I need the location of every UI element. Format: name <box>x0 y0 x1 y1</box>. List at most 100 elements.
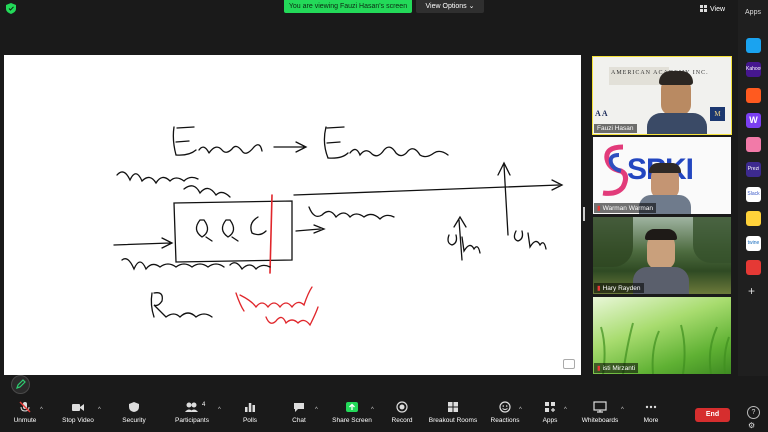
pen-icon <box>16 379 26 389</box>
view-label: View <box>710 6 726 13</box>
participant-hair <box>659 71 693 85</box>
stop-video-button[interactable]: Stop Video <box>58 399 98 424</box>
tile-name-text: isti Mirzanti <box>602 365 636 372</box>
participant-name-tag: ▮ isti Mirzanti <box>594 363 639 373</box>
breakout-rooms-label: Breakout Rooms <box>428 417 478 424</box>
add-app-icon[interactable]: + <box>748 284 755 298</box>
end-meeting-button[interactable]: End <box>695 408 730 422</box>
participant-hair <box>649 163 681 173</box>
app-icon-w[interactable]: W <box>746 113 761 128</box>
mic-muted-icon <box>19 401 31 413</box>
chat-label: Chat <box>292 417 306 424</box>
whiteboard-icon <box>593 401 607 413</box>
bar-chart-icon <box>245 403 255 412</box>
view-button[interactable]: View <box>700 4 736 15</box>
participant-hair <box>645 229 677 240</box>
apps-label: Apps <box>542 417 558 424</box>
chevron-up-icon[interactable]: ^ <box>315 407 318 413</box>
participant-name-tag: ▮ Hary Rayden <box>594 283 644 293</box>
participant-name-tag: Fauzi Hasan <box>594 124 637 133</box>
record-icon <box>396 401 408 413</box>
participants-button[interactable]: Participants <box>172 399 212 424</box>
mic-muted-icon: ▮ <box>597 205 601 212</box>
top-bar: You are viewing Fauzi Hasan's screen Vie… <box>0 0 738 16</box>
view-options-button[interactable]: View Options ⌄ <box>416 0 484 13</box>
reactions-button[interactable]: Reactions <box>488 399 522 424</box>
polls-button[interactable]: Polls <box>238 399 262 424</box>
mic-muted-icon: ▮ <box>597 285 601 292</box>
tile-name-text: Warman Warman <box>602 205 654 212</box>
apps-grid-icon <box>545 402 555 412</box>
more-button[interactable]: More <box>639 399 663 424</box>
shared-whiteboard[interactable] <box>4 55 581 375</box>
app-icon-blue[interactable] <box>746 38 761 53</box>
participant-shirt <box>647 113 707 134</box>
video-camera-icon <box>72 404 84 411</box>
whiteboards-label: Whiteboards <box>581 417 619 424</box>
app-icon-twine[interactable]: twine <box>746 236 761 251</box>
viewing-screen-banner: You are viewing Fauzi Hasan's screen <box>284 0 412 13</box>
polls-label: Polls <box>242 417 258 424</box>
chevron-up-icon[interactable]: ^ <box>564 407 567 413</box>
video-tile-isti-mirzanti[interactable]: ▮ isti Mirzanti <box>593 297 731 374</box>
chevron-up-icon[interactable]: ^ <box>371 407 374 413</box>
apps-button[interactable]: Apps <box>538 399 562 424</box>
chevron-up-icon[interactable]: ^ <box>218 407 221 413</box>
participants-label: Participants <box>175 417 209 424</box>
chevron-up-icon[interactable]: ^ <box>40 407 43 413</box>
tree-graphic <box>693 217 731 263</box>
video-tile-hary-rayden[interactable]: ▮ Hary Rayden <box>593 217 731 294</box>
panel-resize-handle[interactable] <box>583 207 585 221</box>
meeting-toolbar: Unmute ^ Stop Video ^ Security Participa… <box>0 396 768 432</box>
participants-count: 4 <box>202 402 206 408</box>
reactions-label: Reactions <box>490 417 520 424</box>
academy-side-logo: M <box>710 107 725 121</box>
video-tile-fauzi-hasan[interactable]: AMERICAN ACADEMY INC. A A M Fauzi Hasan <box>592 56 732 135</box>
tree-graphic <box>593 217 633 267</box>
chevron-up-icon[interactable]: ^ <box>98 407 101 413</box>
shield-icon <box>129 402 139 412</box>
more-dots-icon <box>645 405 657 409</box>
unmute-label: Unmute <box>13 417 37 424</box>
smiley-icon <box>499 401 511 413</box>
breakout-rooms-button[interactable]: Breakout Rooms <box>426 399 480 424</box>
app-icon-red[interactable] <box>746 260 761 275</box>
tile-name-text: Fauzi Hasan <box>597 125 634 132</box>
breakout-rooms-icon <box>448 402 458 412</box>
video-tile-warman-warman[interactable]: SPKI ▮Warman Warman <box>593 137 731 214</box>
participant-name-tag: ▮ Warman Warman <box>594 203 657 213</box>
chevron-up-icon[interactable]: ^ <box>621 407 624 413</box>
share-screen-button[interactable]: Share Screen <box>330 399 374 424</box>
academy-logo: A A <box>595 109 608 118</box>
security-button[interactable]: Security <box>118 399 150 424</box>
chat-bubble-icon <box>294 403 304 412</box>
whiteboards-button[interactable]: Whiteboards <box>579 399 621 424</box>
shield-icon[interactable] <box>6 3 16 14</box>
chevron-down-icon: ⌄ <box>468 3 475 10</box>
spki-logo-mark <box>602 144 629 196</box>
security-label: Security <box>122 417 146 424</box>
app-icon-orange[interactable] <box>746 88 761 103</box>
stop-video-label: Stop Video <box>62 417 94 424</box>
tile-name-text: Hary Rayden <box>602 285 641 292</box>
chevron-up-icon[interactable]: ^ <box>519 407 522 413</box>
record-label: Record <box>391 417 413 424</box>
view-options-label: View Options <box>425 3 467 10</box>
gear-icon[interactable]: ⚙ <box>748 421 755 430</box>
app-icon-slack[interactable]: Slack <box>746 187 761 202</box>
record-button[interactable]: Record <box>389 399 415 424</box>
annotate-pen-button[interactable] <box>11 375 30 394</box>
help-icon[interactable]: ? <box>747 406 760 419</box>
app-icon-prezi[interactable]: Prezi <box>746 162 761 177</box>
app-icon-kahoot[interactable]: Kahoot! <box>746 62 761 77</box>
more-label: More <box>643 417 659 424</box>
unmute-button[interactable]: Unmute <box>10 399 40 424</box>
mic-muted-icon: ▮ <box>597 365 601 372</box>
app-icon-pink[interactable] <box>746 137 761 152</box>
resize-icon[interactable] <box>563 359 575 369</box>
chat-button[interactable]: Chat <box>288 399 310 424</box>
apps-sidebar: Apps Kahoot! W Prezi Slack twine + <box>738 0 768 376</box>
app-icon-smiley[interactable] <box>746 211 761 226</box>
grid-view-icon <box>700 5 707 12</box>
share-screen-icon <box>346 402 358 412</box>
